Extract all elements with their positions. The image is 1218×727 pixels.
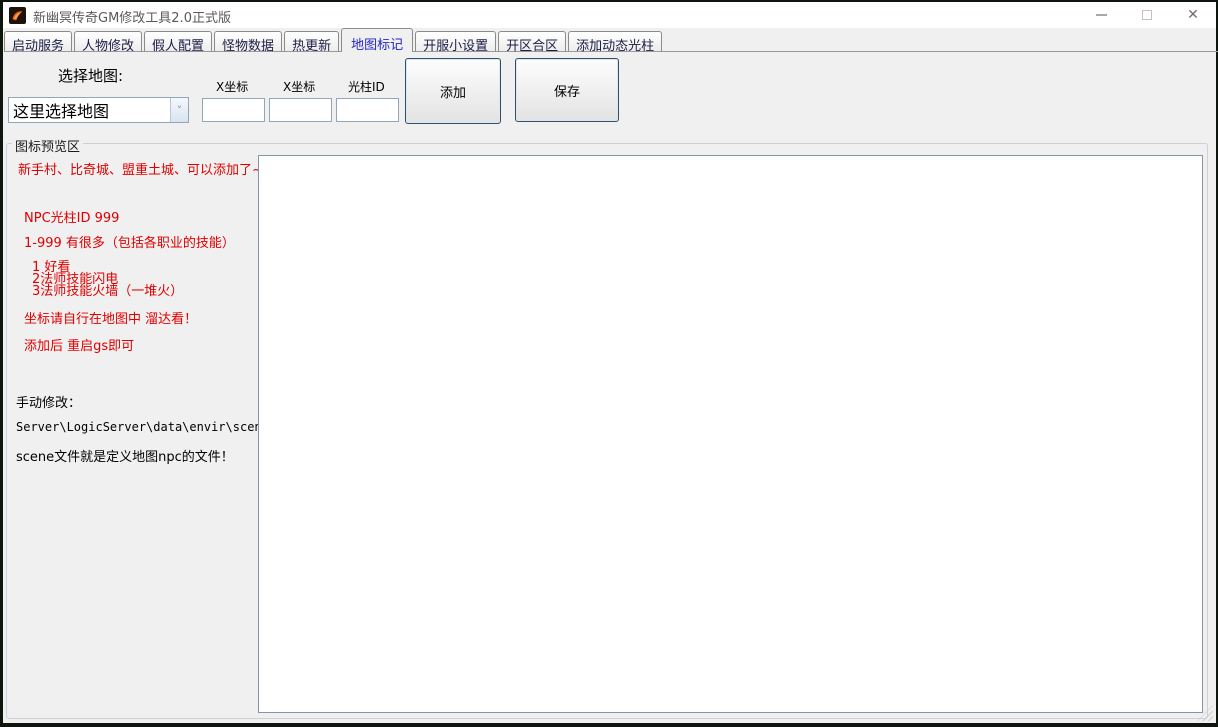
tab-hot-update[interactable]: 热更新	[284, 31, 339, 52]
note-manual-edit: 手动修改：	[16, 392, 81, 411]
close-button[interactable]: ✕	[1170, 2, 1216, 28]
tab-monster-data[interactable]: 怪物数据	[214, 31, 282, 52]
note-maps-addable: 新手村、比奇城、盟重土城、可以添加了~	[18, 159, 263, 178]
note-npc-pillar-id: NPC光柱ID 999	[24, 207, 119, 226]
note-restart-gs: 添加后 重启gs即可	[24, 335, 134, 354]
tab-bar: 启动服务 人物修改 假人配置 怪物数据 热更新 地图标记 开服小设置 开区合区 …	[4, 29, 664, 52]
chevron-down-icon: ˅	[177, 105, 183, 116]
note-scene-desc: scene文件就是定义地图npc的文件！	[16, 446, 234, 465]
x-coordinate-input[interactable]	[202, 98, 265, 122]
pillar-id-input[interactable]	[336, 98, 399, 122]
minimize-button[interactable]	[1078, 2, 1124, 28]
add-button[interactable]: 添加	[405, 58, 501, 124]
note-id-range: 1-999 有很多（包括各职业的技能）	[24, 232, 235, 251]
maximize-icon	[1142, 10, 1152, 20]
note-scene-path: Server\LogicServer\data\envir\scene	[16, 420, 269, 434]
minimize-icon	[1096, 14, 1107, 16]
tab-character-edit[interactable]: 人物修改	[74, 31, 142, 52]
app-icon	[9, 7, 26, 24]
note-effect-3: 3法师技能火墙（一堆火）	[32, 280, 183, 299]
map-combobox-value: 这里选择地图	[9, 98, 170, 122]
combobox-dropdown-button[interactable]: ˅	[170, 98, 188, 122]
close-icon: ✕	[1187, 8, 1199, 22]
tab-dynamic-pillar[interactable]: 添加动态光柱	[568, 31, 662, 52]
app-window: 新幽冥传奇GM修改工具2.0正式版 ✕ 启动服务 人物修改 假人配置 怪物数据 …	[0, 0, 1218, 727]
window-title: 新幽冥传奇GM修改工具2.0正式版	[33, 7, 231, 26]
maximize-button[interactable]	[1124, 2, 1170, 28]
save-button[interactable]: 保存	[515, 58, 619, 122]
map-combobox[interactable]: 这里选择地图 ˅	[8, 97, 189, 123]
tab-map-marker[interactable]: 地图标记	[341, 28, 413, 52]
tab-server-settings[interactable]: 开服小设置	[415, 31, 496, 52]
x2-coordinate-label: X坐标	[283, 78, 315, 95]
window-controls: ✕	[1078, 2, 1216, 28]
tab-start-service[interactable]: 启动服务	[4, 31, 72, 52]
x2-coordinate-input[interactable]	[269, 98, 332, 122]
tab-zone-merge[interactable]: 开区合区	[498, 31, 566, 52]
groupbox-label: 图标预览区	[12, 136, 83, 155]
select-map-label: 选择地图:	[58, 65, 123, 86]
tab-dummy-config[interactable]: 假人配置	[144, 31, 212, 52]
x-coordinate-label: X坐标	[216, 78, 248, 95]
icon-preview-panel[interactable]	[258, 155, 1203, 713]
note-coordinates-tip: 坐标请自行在地图中 溜达看！	[24, 308, 197, 327]
titlebar: 新幽冥传奇GM修改工具2.0正式版 ✕	[3, 2, 1216, 28]
window-body: 新幽冥传奇GM修改工具2.0正式版 ✕ 启动服务 人物修改 假人配置 怪物数据 …	[3, 2, 1216, 723]
pillar-id-label: 光柱ID	[348, 78, 385, 95]
